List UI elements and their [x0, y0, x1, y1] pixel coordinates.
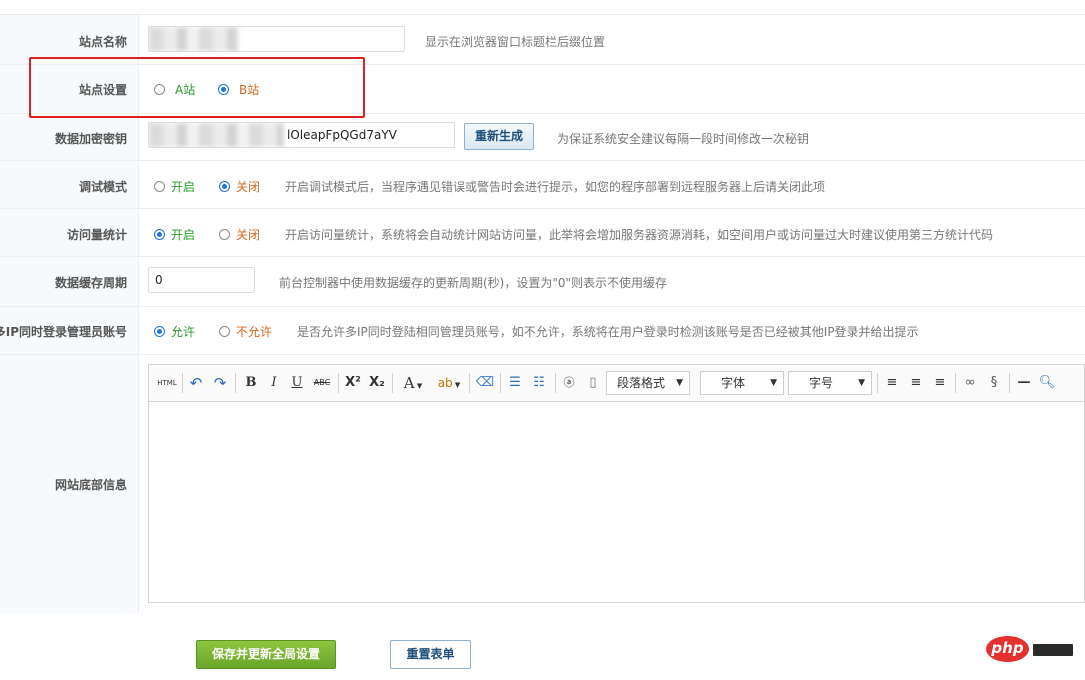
encrypt-key-value: lOleapFpQGd7aYV: [287, 128, 397, 142]
debug-mode-hint: 开启调试模式后，当程序遇见错误或警告时会进行提示，如您的程序部署到远程服务器上后…: [285, 180, 826, 194]
encrypt-key-label: 数据加密密钥: [54, 132, 127, 146]
debug-mode-label: 调试模式: [78, 180, 127, 194]
visit-stats-hint: 开启访问量统计，系统将会自动统计网站访问量，此举将会增加服务器资源消耗，如空间用…: [285, 228, 994, 242]
site-name-label: 站点名称: [78, 35, 127, 49]
save-settings-button[interactable]: 保存并更新全局设置: [196, 640, 336, 669]
radio-multi-ip-allow-label[interactable]: 允许: [171, 323, 195, 340]
anchor-icon[interactable]: ⓐ: [560, 374, 578, 392]
radio-debug-on-label[interactable]: 开启: [171, 178, 195, 195]
radio-stats-off-label[interactable]: 关闭: [236, 226, 260, 243]
cache-period-hint: 前台控制器中使用数据缓存的更新周期(秒)，设置为"0"则表示不使用缓存: [279, 276, 668, 290]
footer-info-label: 网站底部信息: [54, 478, 127, 492]
highlight-color-icon[interactable]: ab ▼: [435, 374, 463, 392]
superscript-button[interactable]: X²: [343, 374, 363, 392]
cache-period-label: 数据缓存周期: [54, 276, 127, 290]
align-right-icon[interactable]: ≡: [931, 374, 949, 392]
reset-form-button[interactable]: 重置表单: [390, 640, 471, 669]
site-name-input[interactable]: [148, 26, 405, 52]
bold-button[interactable]: B: [243, 374, 259, 392]
radio-stats-off[interactable]: [219, 229, 230, 240]
multi-ip-label: 多IP同时登录管理员账号: [0, 325, 127, 339]
align-left-icon[interactable]: ≡: [883, 374, 901, 392]
horizontal-rule-icon[interactable]: —: [1015, 374, 1033, 392]
radio-debug-off-label[interactable]: 关闭: [236, 178, 260, 195]
link-icon[interactable]: ∞: [960, 374, 980, 392]
radio-debug-off[interactable]: [219, 181, 230, 192]
paragraph-format-select[interactable]: 段落格式 ▼: [606, 371, 690, 395]
site-name-hint: 显示在浏览器窗口标题栏后缀位置: [425, 35, 606, 49]
encrypt-key-input[interactable]: lOleapFpQGd7aYV: [148, 122, 455, 148]
visit-stats-label: 访问量统计: [66, 228, 127, 242]
page-icon[interactable]: ▯: [584, 374, 602, 392]
rich-text-editor[interactable]: HTML ↶ ↷ B I U ABC X² X₂ A ▼ ab ▼ ⌫ ☰ ☷ …: [148, 364, 1085, 603]
radio-stats-on-label[interactable]: 开启: [171, 226, 195, 243]
highlight-box: [29, 57, 365, 118]
row-multi-ip-login: 多IP同时登录管理员账号 允许 不允许 是否允许多IP同时登陆相同管理员账号，如…: [0, 306, 1085, 355]
row-debug-mode: 调试模式 开启 关闭 开启调试模式后，当程序遇见错误或警告时会进行提示，如您的程…: [0, 160, 1085, 209]
radio-multi-ip-deny-label[interactable]: 不允许: [236, 323, 272, 340]
radio-multi-ip-allow[interactable]: [154, 326, 165, 337]
blurred-text: [149, 27, 239, 51]
redo-icon[interactable]: ↷: [211, 374, 229, 392]
row-visit-stats: 访问量统计 开启 关闭 开启访问量统计，系统将会自动统计网站访问量，此举将会增加…: [0, 208, 1085, 257]
find-replace-icon[interactable]: 🔍︎: [1038, 374, 1056, 392]
eraser-icon[interactable]: ⌫: [475, 374, 495, 392]
font-size-label: 字号: [809, 376, 834, 390]
paragraph-format-label: 段落格式: [617, 376, 666, 390]
italic-button[interactable]: I: [266, 374, 282, 392]
unordered-list-icon[interactable]: ☷: [529, 374, 549, 392]
font-size-select[interactable]: 字号 ▼: [788, 371, 872, 395]
subscript-button[interactable]: X₂: [367, 374, 387, 392]
unlink-icon[interactable]: §: [984, 374, 1004, 392]
font-color-label: A: [403, 374, 415, 392]
multi-ip-hint: 是否允许多IP同时登陆相同管理员账号，如不允许，系统将在用户登录时检测该账号是否…: [297, 325, 919, 339]
radio-debug-on[interactable]: [154, 181, 165, 192]
font-color-button[interactable]: A ▼: [399, 374, 427, 392]
encrypt-key-hint: 为保证系统安全建议每隔一段时间修改一次秘钥: [557, 132, 810, 146]
html-source-button[interactable]: HTML: [157, 374, 177, 392]
font-family-select[interactable]: 字体 ▼: [700, 371, 784, 395]
regenerate-key-button[interactable]: 重新生成: [464, 123, 534, 150]
radio-multi-ip-deny[interactable]: [219, 326, 230, 337]
row-encrypt-key: 数据加密密钥 lOleapFpQGd7aYV 为保证系统安全建议每隔一段时间修改…: [0, 113, 1085, 161]
editor-toolbar: HTML ↶ ↷ B I U ABC X² X₂ A ▼ ab ▼ ⌫ ☰ ☷ …: [149, 365, 1084, 402]
radio-stats-on[interactable]: [154, 229, 165, 240]
align-center-icon[interactable]: ≡: [907, 374, 925, 392]
blurred-text: [149, 123, 284, 147]
font-family-label: 字体: [721, 376, 746, 390]
strikethrough-button[interactable]: ABC: [311, 374, 333, 392]
undo-icon[interactable]: ↶: [187, 374, 205, 392]
watermark-blurred-text: [1033, 644, 1073, 656]
php-logo: php: [986, 636, 1029, 662]
cache-period-input[interactable]: 0: [148, 267, 255, 293]
underline-button[interactable]: U: [289, 374, 305, 392]
ordered-list-icon[interactable]: ☰: [505, 374, 525, 392]
row-cache-period: 数据缓存周期 0 前台控制器中使用数据缓存的更新周期(秒)，设置为"0"则表示不…: [0, 256, 1085, 307]
